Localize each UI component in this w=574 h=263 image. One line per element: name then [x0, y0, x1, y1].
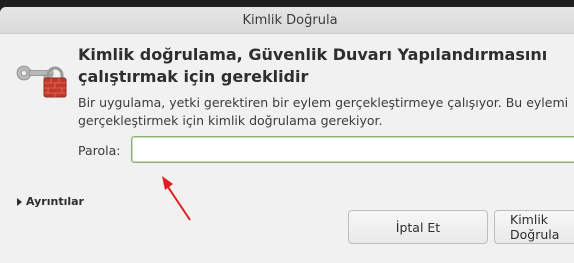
lock-key-icon	[16, 65, 67, 98]
authenticate-button[interactable]: Kimlik Doğrula	[494, 210, 574, 244]
details-expander[interactable]: Ayrıntılar	[17, 195, 84, 208]
password-label: Parola:	[78, 143, 121, 158]
cancel-button[interactable]: İptal Et	[348, 210, 488, 244]
red-arrow-annotation	[162, 176, 191, 221]
expander-triangle-icon	[17, 197, 22, 206]
window-title: Kimlik Doğrula	[242, 12, 338, 28]
dialog-description: Bir uygulama, yetki gerektiren bir eylem…	[78, 95, 569, 128]
details-label: Ayrıntılar	[26, 195, 84, 208]
auth-dialog: Kimlik Doğrula Kimlik doğrulama, Güvenli…	[0, 7, 574, 263]
password-input[interactable]	[131, 136, 574, 163]
dialog-heading: Kimlik doğrulama, Güvenlik Duvarı Yapıla…	[78, 45, 548, 86]
window-titlebar[interactable]: Kimlik Doğrula	[0, 7, 574, 34]
